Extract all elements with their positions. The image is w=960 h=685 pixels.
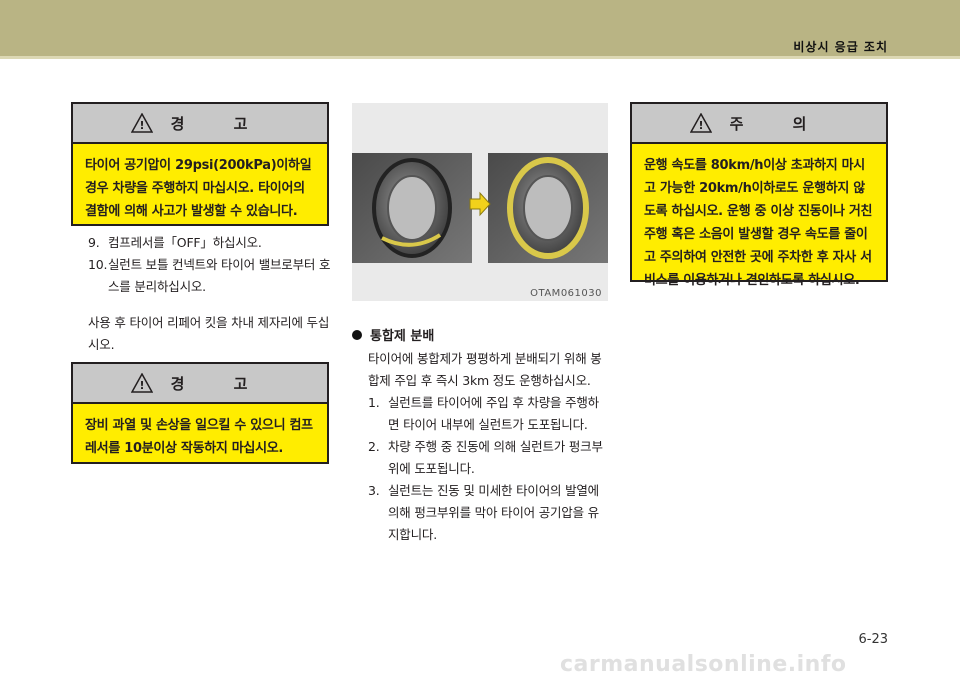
step-number: 1. <box>368 395 380 410</box>
tire-figure: OTAM061030 <box>352 103 608 301</box>
section-title: 비상시 응급 조치 <box>793 40 888 54</box>
svg-text:!: ! <box>698 119 703 132</box>
caution-title: 주 의 <box>729 114 829 133</box>
step-text: 차량 주행 중 진동에 의해 실런트가 펑크부위에 도포됩니다. <box>388 439 603 476</box>
step-text: 실런트 보틀 컨넥트와 타이어 밸브로부터 호스를 분리하십시오. <box>108 257 331 294</box>
warning-triangle-icon: ! <box>130 112 153 133</box>
list-item: 3. 실런트는 진동 및 미세한 타이어의 발열에 의해 펑크부위를 막아 타이… <box>368 480 610 546</box>
warning-header: ! 경 고 <box>73 104 327 144</box>
sealant-intro: 타이어에 봉합제가 평평하게 분배되기 위해 봉합제 주입 후 즉시 3km 정… <box>368 351 602 388</box>
warning-triangle-icon: ! <box>689 112 712 133</box>
warning-title: 경 고 <box>170 374 270 393</box>
step-number: 3. <box>368 483 380 498</box>
section-heading-text: 통합제 분배 <box>370 329 435 344</box>
watermark: carmanualsonline.info <box>560 652 847 677</box>
caution-text: 운행 속도를 80km/h이상 초과하지 마시고 가능한 20km/h이하로도 … <box>644 158 873 288</box>
warning-text: 장비 과열 및 손상을 일으킬 수 있으니 컴프레서를 10분이상 작동하지 마… <box>85 418 313 456</box>
caution-box: ! 주 의 운행 속도를 80km/h이상 초과하지 마시고 가능한 20km/… <box>630 102 888 288</box>
list-item: 2. 차량 주행 중 진동에 의해 실런트가 펑크부위에 도포됩니다. <box>368 436 610 480</box>
warning-title: 경 고 <box>170 114 270 133</box>
step-number: 9. <box>88 235 100 250</box>
warning-header: ! 경 고 <box>73 364 327 404</box>
caution-header: ! 주 의 <box>632 104 886 144</box>
header-divider <box>0 56 960 59</box>
figure-code: OTAM061030 <box>530 288 602 299</box>
sealant-steps: 1. 실런트를 타이어에 주입 후 차량을 주행하면 타이어 내부에 실런트가 … <box>368 392 610 546</box>
after-use-text: 사용 후 타이어 리페어 킷을 차내 제자리에 두십시오. <box>88 315 330 352</box>
step-number: 10. <box>88 257 108 272</box>
arrow-right-icon <box>469 191 491 217</box>
step-text: 실런트를 타이어에 주입 후 차량을 주행하면 타이어 내부에 실런트가 도포됩… <box>388 395 599 432</box>
list-item: 1. 실런트를 타이어에 주입 후 차량을 주행하면 타이어 내부에 실런트가 … <box>368 392 610 436</box>
svg-text:!: ! <box>139 119 144 132</box>
warning-triangle-icon: ! <box>130 372 153 393</box>
section-heading: 통합제 분배 <box>352 325 434 344</box>
warning-box-2: ! 경 고 장비 과열 및 손상을 일으킬 수 있으니 컴프레서를 10분이상 … <box>71 362 329 464</box>
list-item: 10. 실런트 보틀 컨넥트와 타이어 밸브로부터 호스를 분리하십시오. <box>88 254 332 298</box>
step-text: 실런트는 진동 및 미세한 타이어의 발열에 의해 펑크부위를 막아 타이어 공… <box>388 483 599 542</box>
page-number: 6-23 <box>858 632 888 647</box>
step-number: 2. <box>368 439 380 454</box>
warning-box-1: ! 경 고 타이어 공기압이 29psi(200kPa)이하일 경우 차량을 주… <box>71 102 329 226</box>
list-item: 9. 컴프레서를「OFF」하십시오. <box>88 232 332 254</box>
svg-text:!: ! <box>139 379 144 392</box>
bullet-icon <box>352 329 362 340</box>
steps-left: 9. 컴프레서를「OFF」하십시오. 10. 실런트 보틀 컨넥트와 타이어 밸… <box>88 232 332 298</box>
step-text: 컴프레서를「OFF」하십시오. <box>108 235 262 250</box>
tire-illustration <box>352 153 608 263</box>
warning-text: 타이어 공기압이 29psi(200kPa)이하일 경우 차량을 주행하지 마십… <box>85 158 312 219</box>
